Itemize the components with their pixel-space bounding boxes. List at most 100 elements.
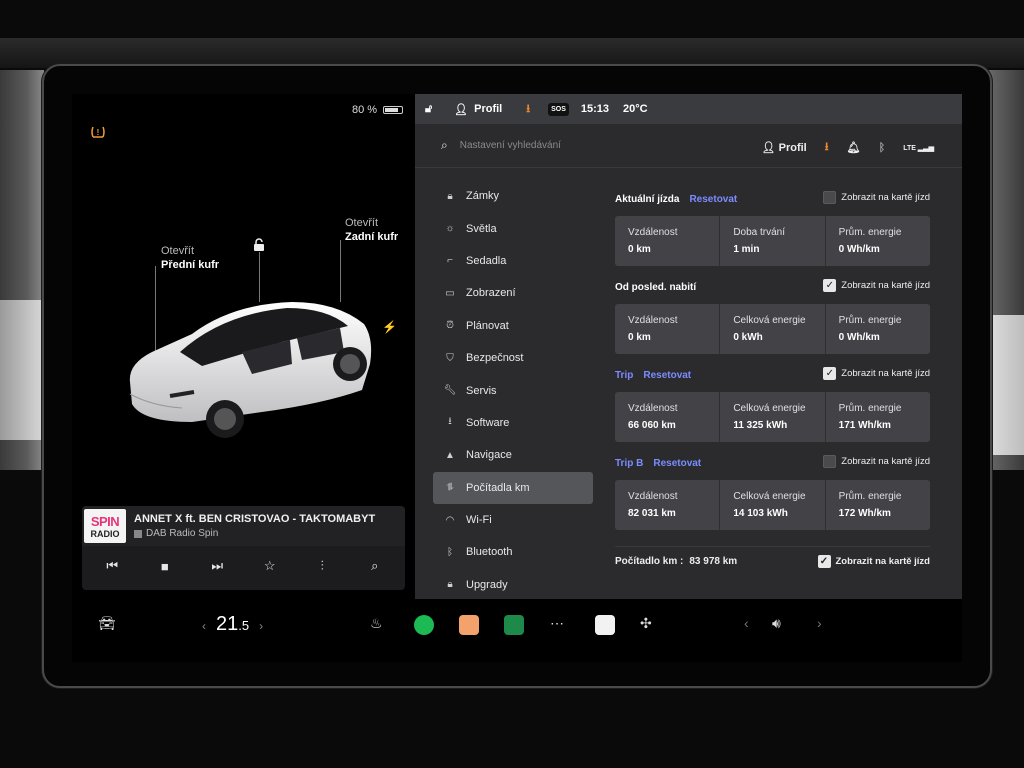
front-trunk-open-button[interactable]: Otevřít Přední kufr xyxy=(161,244,219,272)
climate-temperature[interactable]: ‹ 21.5 › xyxy=(202,613,263,636)
odometer-show-label: Zobrazit na kartě jízd xyxy=(835,556,931,567)
stat-label: Celková energie xyxy=(733,315,806,326)
energy-graph-icon[interactable] xyxy=(504,615,524,635)
software-download-icon[interactable]: ⭳ xyxy=(825,138,829,157)
nav-item[interactable]: ▭ Zobrazení xyxy=(433,277,593,309)
touchscreen: 80 % ! Otevřít Přední kufr Otevřít Zadní… xyxy=(72,94,962,662)
more-apps-icon[interactable]: ⋯ xyxy=(550,615,564,632)
favorite-star-icon[interactable]: ☆ xyxy=(258,558,282,574)
media-player[interactable]: SPIN RADIO ANNET X ft. BEN CRISTOVAO - T… xyxy=(82,506,405,590)
reset-button[interactable]: Resetovat xyxy=(653,458,701,469)
calendar-icon[interactable] xyxy=(595,615,615,635)
settings-panel: 🔓︎ 👤︎ Profil ⭳ SOS 15:13 20°C ⌕ Nastaven… xyxy=(415,94,962,599)
trip-icon: ⥮ xyxy=(446,482,454,494)
nav-item[interactable]: ⏰︎ Plánovat xyxy=(433,310,593,342)
show-on-card-label: Zobrazit na kartě jízd xyxy=(841,192,930,203)
previous-track-icon[interactable]: ⏮ xyxy=(100,558,124,574)
settings-search[interactable]: ⌕ Nastavení vyhledávání 👤︎ Profil ⭳ 🔔︎ ᛒ… xyxy=(415,124,962,168)
checkbox-empty-icon xyxy=(823,191,837,204)
odometer-value: 83 978 km xyxy=(689,556,738,567)
nav-item[interactable]: ⛉ Bezpečnost xyxy=(433,342,593,374)
show-on-card-label: Zobrazit na kartě jízd xyxy=(841,456,930,467)
show-on-card-checkbox[interactable]: ✓ Zobrazit na kartě jízd xyxy=(823,279,930,292)
stat-cards: Vzdálenost 0 km Doba trvání 1 min Prům. ener… xyxy=(615,216,930,266)
fan-icon[interactable]: ✣ xyxy=(640,615,652,632)
stat-card: Vzdálenost 0 km xyxy=(615,304,721,354)
rear-trunk-open-button[interactable]: Otevřít Zadní kufr xyxy=(345,216,398,244)
reset-button[interactable]: Resetovat xyxy=(689,194,737,205)
temp-up-icon[interactable]: › xyxy=(259,619,263,633)
toybox-icon[interactable] xyxy=(459,615,479,635)
speaker-icon[interactable]: 🔊︎ xyxy=(772,615,781,632)
nav-item[interactable]: 🔧︎ Servis xyxy=(433,374,593,406)
next-track-icon[interactable]: ⏭ xyxy=(205,558,229,574)
search-icon: ⌕ xyxy=(441,138,448,152)
lock-icon: 🔒︎ xyxy=(447,190,453,202)
bell-icon[interactable]: 🔔︎ xyxy=(847,141,861,154)
stat-value: 171 Wh/km xyxy=(838,420,891,431)
temp-down-icon[interactable]: ‹ xyxy=(202,619,206,633)
stat-label: Prům. energie xyxy=(838,315,902,326)
show-on-card-checkbox[interactable]: ✓ Zobrazit na kartě jízd xyxy=(823,367,930,380)
stop-icon[interactable]: ■ xyxy=(153,559,177,574)
wrench-icon: 🔧︎ xyxy=(443,385,457,397)
profile-button[interactable]: 👤︎ Profil xyxy=(762,141,807,154)
nav-item[interactable]: 🔒︎ Upgrady xyxy=(433,569,593,601)
person-icon: 👤︎ xyxy=(454,103,469,116)
lock-status-icon[interactable]: 🔓︎ xyxy=(425,103,432,116)
stat-card: Prům. energie 0 Wh/km xyxy=(826,304,930,354)
show-on-card-checkbox[interactable]: Zobrazit na kartě jízd xyxy=(823,191,930,204)
stat-value: 0 kWh xyxy=(733,332,763,343)
sun-icon: ☼ xyxy=(445,223,455,235)
track-title: ANNET X ft. BEN CRISTOVAO - TAKTOMABYT xyxy=(134,513,376,525)
trip-section: Od posled. nabití ✓ Zobrazit na kartě jízd… xyxy=(615,278,930,366)
equalizer-icon[interactable]: ⫶ xyxy=(310,558,334,574)
media-search-icon[interactable]: ⌕ xyxy=(363,558,387,574)
sos-button[interactable]: SOS xyxy=(548,102,569,116)
nav-item-label: Zobrazení xyxy=(466,287,516,300)
profile-label: Profil xyxy=(778,142,807,154)
stat-value: 82 031 km xyxy=(628,508,676,519)
nav-item[interactable]: ☼ Světla xyxy=(433,212,593,244)
trip-section: Aktuální jízda Resetovat Zobrazit na kartě… xyxy=(615,190,930,278)
spotify-icon[interactable] xyxy=(414,615,434,635)
odometer-show-checkbox[interactable]: ✓ Zobrazit na kartě jízd xyxy=(817,555,931,568)
nav-item[interactable]: ᛒ Bluetooth xyxy=(433,536,593,568)
download-icon[interactable]: ⭳ xyxy=(526,100,530,119)
stat-card: Vzdálenost 82 031 km xyxy=(615,480,721,530)
network-type: LTE xyxy=(903,144,916,152)
temp-decimal: .5 xyxy=(238,618,250,633)
nav-item[interactable]: 🔒︎ Zámky xyxy=(433,180,593,212)
stat-label: Prům. energie xyxy=(838,403,902,414)
nav-item[interactable]: ▲ Navigace xyxy=(433,439,593,471)
stat-value: 14 103 kWh xyxy=(733,508,788,519)
volume-down-icon[interactable]: ‹ xyxy=(744,615,749,631)
bluetooth-icon[interactable]: ᛒ xyxy=(879,142,886,154)
rear-defrost-icon[interactable]: ♨ xyxy=(370,615,383,632)
stat-value: 0 Wh/km xyxy=(838,244,880,255)
nav-item[interactable]: ◠ Wi-Fi xyxy=(433,504,593,536)
nav-item[interactable]: ⭳ Software xyxy=(433,407,593,439)
stat-card: Prům. energie 172 Wh/km xyxy=(826,480,930,530)
volume-up-icon[interactable]: › xyxy=(817,615,822,631)
battery-percent: 80 % xyxy=(352,104,378,116)
stat-label: Celková energie xyxy=(733,403,806,414)
nav-item[interactable]: ⥮ Počítadla km xyxy=(433,471,593,504)
show-on-card-checkbox[interactable]: Zobrazit na kartě jízd xyxy=(823,455,930,468)
nav-item-label: Bluetooth xyxy=(466,546,513,559)
charge-port-icon[interactable]: ⚡ xyxy=(382,320,397,334)
reset-button[interactable]: Resetovat xyxy=(643,370,691,381)
stat-card: Celková energie 0 kWh xyxy=(720,304,826,354)
stat-label: Celková energie xyxy=(733,491,806,502)
section-title: Trip xyxy=(615,369,634,381)
status-profile[interactable]: 👤︎ Profil xyxy=(454,103,502,116)
display-icon: ▭ xyxy=(445,287,455,299)
nav-item-label: Navigace xyxy=(466,449,512,462)
tire-pressure-warning-icon[interactable]: ! xyxy=(90,124,108,142)
car-icon[interactable]: 🚘︎ xyxy=(98,615,116,632)
nav-item[interactable]: ⌐ Sedadla xyxy=(433,245,593,277)
stat-label: Vzdálenost xyxy=(628,227,678,238)
stat-cards: Vzdálenost 82 031 km Celková energie 14 103… xyxy=(615,480,930,530)
checkbox-checked-icon: ✓ xyxy=(823,279,837,292)
wifi-icon: ◠ xyxy=(445,514,455,526)
